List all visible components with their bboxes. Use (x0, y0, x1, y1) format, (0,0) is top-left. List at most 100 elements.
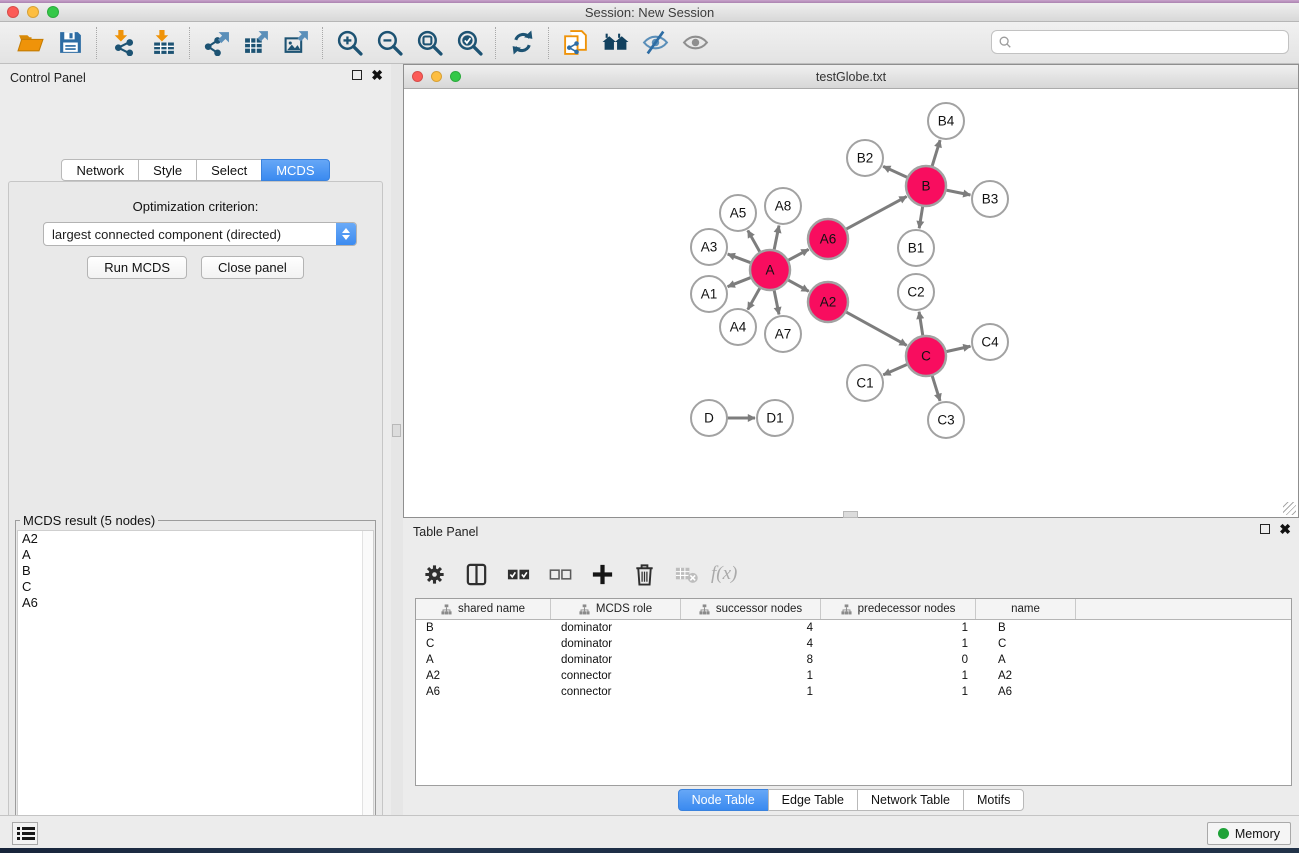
refresh-button[interactable] (502, 26, 542, 60)
run-mcds-button[interactable]: Run MCDS (87, 256, 187, 279)
graph-node-C3[interactable]: C3 (928, 402, 964, 438)
splitter-handle-vertical[interactable] (392, 424, 401, 437)
result-item[interactable]: A2 (18, 531, 373, 547)
graph-node-D1[interactable]: D1 (757, 400, 793, 436)
graph-node-A3[interactable]: A3 (691, 229, 727, 265)
graph-node-A8[interactable]: A8 (765, 188, 801, 224)
graph-node-C1[interactable]: C1 (847, 365, 883, 401)
graph-edge-A-A7[interactable] (774, 290, 779, 315)
graph-edge-A6-B[interactable] (846, 196, 907, 229)
table-row[interactable]: A6connector11A6 (416, 684, 1291, 700)
network-canvas[interactable]: A A1 A2 A3 A4 A5 A6 A7 A8 B B1 B2 B3 B4 C C1 C2 C3 C4 D D1 (404, 89, 1298, 517)
column-header-predecessor-nodes[interactable]: predecessor nodes (821, 599, 976, 619)
save-session-button[interactable] (50, 26, 90, 60)
graph-node-C[interactable]: C (906, 336, 946, 376)
hide-selected-button[interactable] (635, 26, 675, 60)
close-panel-button[interactable]: Close panel (201, 256, 304, 279)
graph-node-A2[interactable]: A2 (808, 282, 848, 322)
zoom-in-button[interactable] (329, 26, 369, 60)
tab-network-table[interactable]: Network Table (857, 789, 964, 811)
add-entry-button[interactable] (583, 555, 621, 593)
graph-edge-A2-C[interactable] (846, 312, 907, 346)
tab-mcds[interactable]: MCDS (261, 159, 329, 181)
graph-edge-A-A3[interactable] (728, 254, 752, 263)
graph-edge-A-A6[interactable] (788, 249, 809, 260)
result-item[interactable]: A6 (18, 595, 373, 611)
graph-node-B1[interactable]: B1 (898, 230, 934, 266)
import-table-button[interactable] (143, 26, 183, 60)
select-all-button[interactable] (499, 555, 537, 593)
result-item[interactable]: B (18, 563, 373, 579)
graph-edge-B-B4[interactable] (932, 140, 940, 167)
graph-edge-B-B2[interactable] (883, 166, 908, 177)
result-scrollbar[interactable] (362, 531, 373, 853)
float-table-panel-icon[interactable] (1260, 524, 1270, 534)
tab-select[interactable]: Select (196, 159, 262, 181)
column-header-shared-name[interactable]: shared name (416, 599, 551, 619)
graph-node-C2[interactable]: C2 (898, 274, 934, 310)
graph-node-B[interactable]: B (906, 166, 946, 206)
graph-edge-C-C4[interactable] (946, 346, 971, 351)
graph-node-A1[interactable]: A1 (691, 276, 727, 312)
table-row[interactable]: Cdominator41C (416, 636, 1291, 652)
tab-style[interactable]: Style (138, 159, 197, 181)
graph-edge-A-A5[interactable] (748, 230, 760, 252)
graph-node-B4[interactable]: B4 (928, 103, 964, 139)
tab-edge-table[interactable]: Edge Table (768, 789, 858, 811)
graph-edge-C-C3[interactable] (932, 375, 940, 401)
window-resize-grip[interactable] (1283, 502, 1296, 515)
open-file-button[interactable] (10, 26, 50, 60)
graph-node-B3[interactable]: B3 (972, 181, 1008, 217)
memory-button[interactable]: Memory (1207, 822, 1291, 845)
zoom-out-button[interactable] (369, 26, 409, 60)
zoom-selected-button[interactable] (449, 26, 489, 60)
graph-edge-A-A8[interactable] (774, 226, 779, 251)
result-item[interactable]: C (18, 579, 373, 595)
graph-edge-C-C1[interactable] (883, 364, 907, 375)
new-network-from-selection-button[interactable] (555, 26, 595, 60)
graph-node-A6[interactable]: A6 (808, 219, 848, 259)
graph-edge-A-A2[interactable] (788, 280, 809, 292)
tab-node-table[interactable]: Node Table (678, 789, 769, 811)
search-input[interactable] (1012, 31, 1288, 53)
export-network-button[interactable] (196, 26, 236, 60)
table-settings-button[interactable] (415, 555, 453, 593)
task-history-button[interactable] (12, 822, 38, 845)
close-table-panel-icon[interactable]: ✖ (1279, 524, 1291, 534)
panel-splitter[interactable] (391, 64, 403, 815)
show-columns-button[interactable] (457, 555, 495, 593)
graph-node-D[interactable]: D (691, 400, 727, 436)
search-field[interactable] (991, 30, 1289, 54)
close-panel-icon[interactable]: ✖ (371, 70, 383, 80)
result-item[interactable]: A (18, 547, 373, 563)
delete-entry-button[interactable] (625, 555, 663, 593)
float-panel-icon[interactable] (352, 70, 362, 80)
tab-motifs[interactable]: Motifs (963, 789, 1024, 811)
graph-edge-C-C2[interactable] (919, 312, 923, 336)
zoom-fit-button[interactable] (409, 26, 449, 60)
graph-node-A[interactable]: A (750, 250, 790, 290)
graph-node-B2[interactable]: B2 (847, 140, 883, 176)
column-header-MCDS-role[interactable]: MCDS role (551, 599, 681, 619)
network-graph[interactable]: A A1 A2 A3 A4 A5 A6 A7 A8 B B1 B2 B3 B4 C C1 C2 C3 C4 D D1 (404, 89, 1298, 517)
column-header-name[interactable]: name (976, 599, 1076, 619)
optimization-criterion-dropdown[interactable]: largest connected component (directed) (43, 222, 357, 246)
column-header-successor-nodes[interactable]: successor nodes (681, 599, 821, 619)
deselect-all-button[interactable] (541, 555, 579, 593)
table-row[interactable]: Adominator80A (416, 652, 1291, 668)
table-row[interactable]: Bdominator41B (416, 620, 1291, 636)
graph-node-A4[interactable]: A4 (720, 309, 756, 345)
export-image-button[interactable] (276, 26, 316, 60)
graph-node-A7[interactable]: A7 (765, 316, 801, 352)
graph-node-C4[interactable]: C4 (972, 324, 1008, 360)
graph-edge-A-A1[interactable] (728, 277, 752, 286)
first-neighbors-button[interactable] (595, 26, 635, 60)
graph-edge-A-A4[interactable] (748, 287, 760, 309)
splitter-handle-horizontal[interactable] (843, 511, 858, 518)
import-network-button[interactable] (103, 26, 143, 60)
tab-network[interactable]: Network (61, 159, 139, 181)
show-all-button[interactable] (675, 26, 715, 60)
table-row[interactable]: A2connector11A2 (416, 668, 1291, 684)
graph-node-A5[interactable]: A5 (720, 195, 756, 231)
export-table-button[interactable] (236, 26, 276, 60)
